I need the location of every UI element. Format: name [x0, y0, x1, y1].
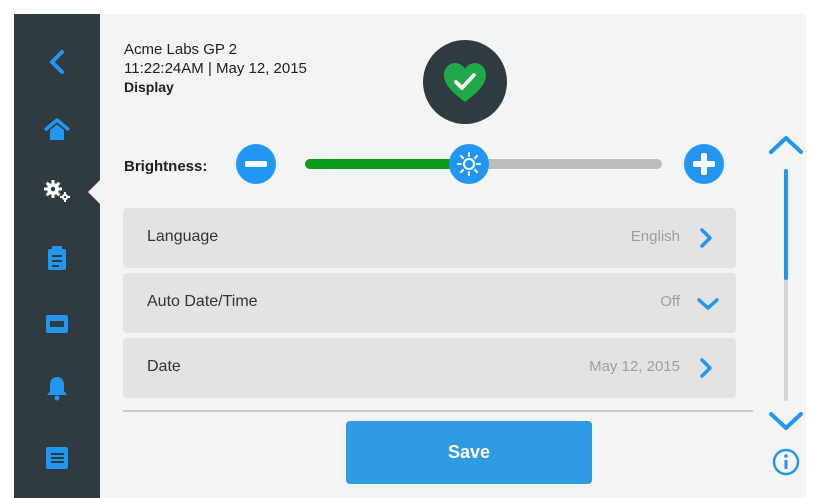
gears-icon	[44, 180, 70, 202]
plus-icon	[693, 153, 715, 175]
brightness-slider[interactable]	[305, 144, 662, 184]
scroll-down-button[interactable]	[765, 408, 807, 434]
date-label: Date	[147, 358, 181, 375]
status-badge	[423, 40, 507, 124]
header: Acme Labs GP 2 11:22:24AM | May 12, 2015…	[124, 40, 307, 97]
info-button[interactable]	[770, 446, 802, 478]
chevron-down-icon	[769, 412, 803, 430]
sun-icon	[457, 152, 482, 176]
list-icon	[46, 447, 68, 469]
scrollbar[interactable]	[784, 169, 788, 401]
date-row[interactable]: Date May 12, 2015	[123, 338, 736, 398]
chevron-up-icon	[769, 136, 803, 154]
brightness-slider-handle[interactable]	[449, 144, 490, 184]
date-value: May 12, 2015	[589, 358, 680, 375]
sidebar-item-home[interactable]	[14, 106, 100, 154]
save-button[interactable]: Save	[346, 421, 592, 484]
auto-datetime-label: Auto Date/Time	[147, 293, 258, 310]
sidebar	[14, 14, 100, 498]
brightness-label: Brightness:	[124, 158, 208, 175]
heart-check-icon	[444, 63, 486, 102]
page-title: Display	[124, 79, 174, 95]
home-icon	[43, 118, 71, 140]
datetime: 11:22:24AM | May 12, 2015	[124, 60, 307, 77]
app-frame: Acme Labs GP 2 11:22:24AM | May 12, 2015…	[0, 0, 816, 498]
language-value: English	[630, 228, 680, 245]
chevron-down-icon	[697, 298, 719, 310]
brightness-increase-button[interactable]	[684, 144, 724, 184]
auto-datetime-value: Off	[660, 293, 680, 310]
panel-icon	[46, 315, 68, 333]
sidebar-item-alerts[interactable]	[14, 364, 100, 412]
auto-datetime-row[interactable]: Auto Date/Time Off	[123, 273, 736, 333]
device-name: Acme Labs GP 2	[124, 41, 238, 58]
sidebar-item-clipboard[interactable]	[14, 234, 100, 282]
minus-icon	[245, 161, 267, 167]
active-indicator	[88, 180, 100, 204]
sidebar-item-panel[interactable]	[14, 300, 100, 348]
back-button[interactable]	[14, 38, 100, 86]
scrollbar-thumb[interactable]	[784, 169, 788, 281]
chevron-right-icon	[700, 358, 712, 378]
clipboard-icon	[48, 246, 66, 270]
scroll-up-button[interactable]	[765, 132, 807, 158]
main-content: Acme Labs GP 2 11:22:24AM | May 12, 2015…	[100, 14, 806, 498]
chevron-left-icon	[50, 50, 64, 74]
brightness-decrease-button[interactable]	[236, 144, 276, 184]
brightness-slider-fill	[305, 159, 470, 169]
language-row[interactable]: Language English	[123, 208, 736, 268]
chevron-right-icon	[700, 228, 712, 248]
bell-icon	[47, 377, 67, 401]
language-label: Language	[147, 228, 219, 245]
sidebar-item-list[interactable]	[14, 434, 100, 482]
list-divider	[123, 410, 753, 412]
